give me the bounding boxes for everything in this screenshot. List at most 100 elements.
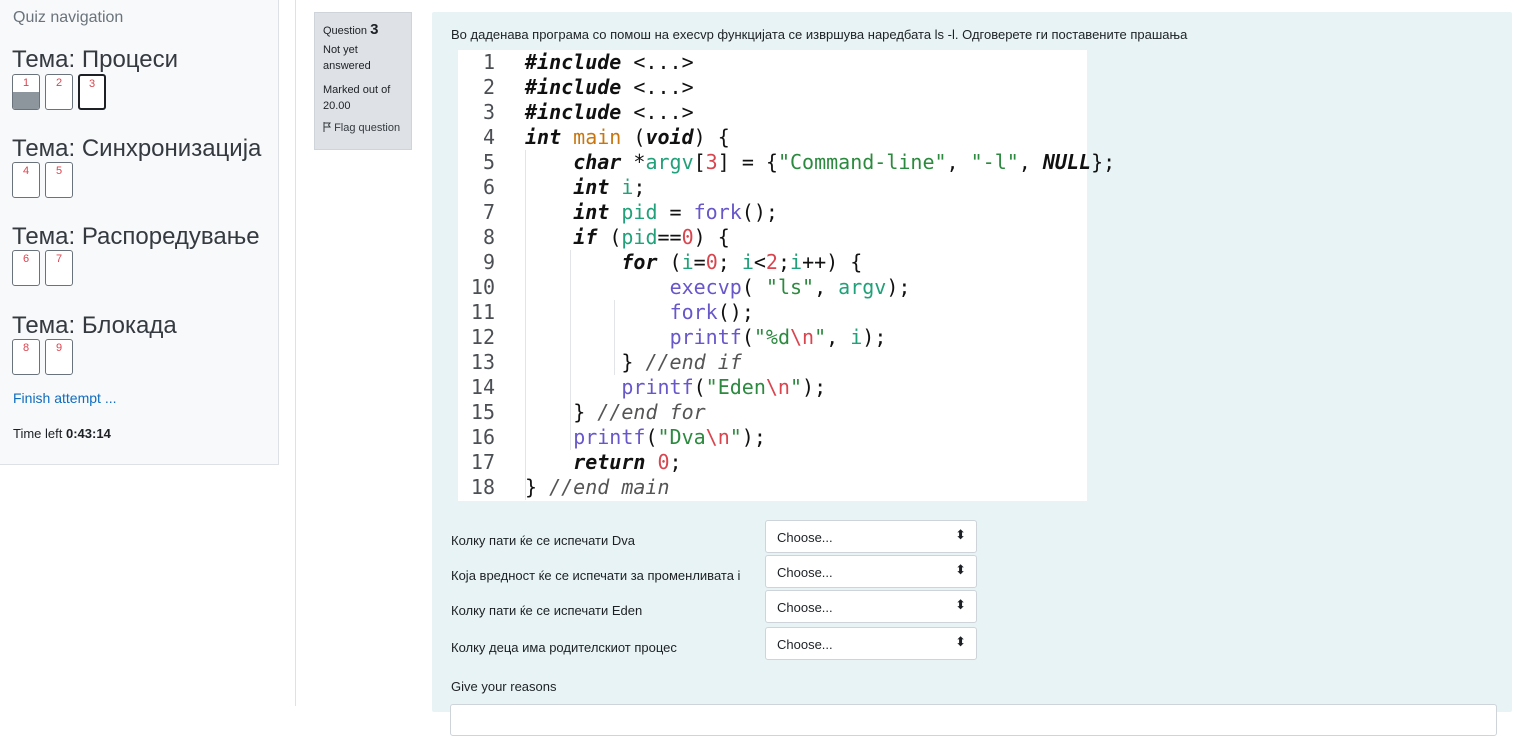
- code-image: 1 #include <...> 2 #include <...> 3 #include …: [458, 50, 1115, 501]
- quiz-nav-button-7[interactable]: 7: [45, 250, 73, 286]
- flag-question-label: Flag question: [334, 122, 401, 134]
- quiz-nav-button-8[interactable]: 8: [12, 339, 40, 375]
- code-text: #include <...>: [525, 50, 694, 74]
- subquestion-label: Колку деца има родителскиот процес: [451, 640, 677, 655]
- code-text: char *argv[3] = {"Command-line", "-l", N…: [573, 150, 1116, 174]
- code-text: execvp( "ls", argv);: [669, 275, 911, 299]
- question-label: Question: [323, 25, 368, 37]
- line-number: 8: [482, 225, 495, 249]
- section-title-synchronization: Тема: Синхронизација: [12, 135, 262, 162]
- code-text: return 0;: [573, 450, 682, 474]
- select-value: Choose...: [777, 637, 833, 652]
- line-number: 16: [470, 425, 495, 449]
- quiz-nav-button-6[interactable]: 6: [12, 250, 40, 286]
- quiz-nav-button-1[interactable]: 1: [12, 74, 40, 110]
- quiz-nav-button-4[interactable]: 4: [12, 162, 40, 198]
- line-number: 5: [482, 150, 495, 174]
- time-left-value: 0:43:14: [65, 426, 111, 441]
- time-left: Time left 0:43:14: [13, 426, 111, 441]
- indent-guide: [570, 250, 571, 450]
- line-number: 14: [470, 375, 495, 399]
- answer-select-3[interactable]: Choose... ⬍: [765, 590, 977, 623]
- question-state: Not yet answered: [323, 44, 371, 72]
- reasons-label: Give your reasons: [451, 679, 557, 694]
- code-text: } //end main: [525, 475, 670, 499]
- quiz-nav-button-3[interactable]: 3: [78, 74, 106, 110]
- button-number: 8: [22, 342, 30, 354]
- select-value: Choose...: [777, 600, 833, 615]
- finish-attempt-link[interactable]: Finish attempt ...: [13, 390, 116, 406]
- question-content: Во даденава програма со помош на execvp …: [432, 12, 1512, 736]
- indent-guide: [614, 300, 615, 375]
- code-text: for (i=0; i<2;i++) {: [621, 250, 863, 274]
- code-text: if (pid==0) {: [573, 225, 730, 249]
- quiz-nav-button-5[interactable]: 5: [45, 162, 73, 198]
- button-number: 4: [22, 165, 30, 177]
- select-arrow-icon: ⬍: [955, 634, 966, 649]
- question-buttons-processes: 1 2 3: [12, 74, 106, 110]
- section-title-scheduling: Тема: Распоредување: [12, 223, 260, 250]
- question-buttons-deadlock: 8 9: [12, 339, 73, 375]
- button-number: 6: [22, 253, 30, 265]
- section-title-processes: Тема: Процеси: [12, 46, 179, 73]
- button-number: 5: [55, 165, 63, 177]
- time-left-label: Time left: [13, 426, 63, 441]
- line-number: 4: [482, 125, 495, 149]
- line-number: 9: [482, 250, 495, 274]
- answered-indicator: [13, 92, 39, 109]
- select-arrow-icon: ⬍: [955, 527, 966, 542]
- button-number: 9: [55, 342, 63, 354]
- flag-icon: [323, 122, 331, 132]
- indent-guide: [525, 150, 526, 500]
- line-number: 17: [470, 450, 495, 474]
- subquestion-label: Која вредност ќе се испечати за променли…: [451, 568, 741, 583]
- line-number: 15: [470, 400, 495, 424]
- quiz-nav-button-9[interactable]: 9: [45, 339, 73, 375]
- code-text: int main (void) {: [525, 125, 730, 149]
- question-info: Question 3 Not yet answered Marked out o…: [314, 12, 412, 150]
- button-number: 3: [88, 78, 96, 90]
- quiz-navigation-title: Quiz navigation: [13, 9, 124, 26]
- line-number: 10: [470, 275, 495, 299]
- subquestion-label: Колку пати ќе се испечати Dva: [451, 533, 635, 548]
- line-number: 11: [470, 300, 495, 324]
- question-grade: Marked out of 20.00: [323, 84, 391, 112]
- answer-select-2[interactable]: Choose... ⬍: [765, 555, 977, 588]
- section-title-deadlock: Тема: Блокада: [12, 312, 177, 339]
- quiz-navigation-block: Quiz navigation Тема: Процеси 1 2 3 Тема…: [0, 0, 279, 465]
- select-value: Choose...: [777, 565, 833, 580]
- line-number: 18: [470, 475, 495, 499]
- select-arrow-icon: ⬍: [955, 597, 966, 612]
- line-number: 3: [482, 100, 495, 124]
- code-text: printf("Dva\n");: [573, 425, 766, 449]
- line-number: 13: [470, 350, 495, 374]
- code-text: int i;: [573, 175, 646, 199]
- answer-select-1[interactable]: Choose... ⬍: [765, 520, 977, 553]
- question-number: 3: [370, 21, 379, 38]
- code-text: } //end if: [621, 350, 742, 374]
- code-text: } //end for: [573, 400, 706, 424]
- question-buttons-synchronization: 4 5: [12, 162, 73, 198]
- button-number: 7: [55, 253, 63, 265]
- answer-select-4[interactable]: Choose... ⬍: [765, 627, 977, 660]
- line-number: 6: [482, 175, 495, 199]
- line-number: 7: [482, 200, 495, 224]
- quiz-nav-button-2[interactable]: 2: [45, 74, 73, 110]
- flag-question-button[interactable]: Flag question: [323, 122, 403, 134]
- subquestion-label: Колку пати ќе се испечати Eden: [451, 603, 643, 618]
- line-number: 12: [470, 325, 495, 349]
- button-number: 2: [55, 77, 63, 89]
- code-text: #include <...>: [525, 75, 694, 99]
- question-text: Во даденава програма со помош на execvp …: [451, 27, 1188, 42]
- reasons-textarea[interactable]: [450, 704, 1497, 736]
- select-arrow-icon: ⬍: [955, 562, 966, 577]
- code-text: #include <...>: [525, 100, 694, 124]
- line-number: 2: [482, 75, 495, 99]
- code-text: int pid = fork();: [573, 200, 778, 224]
- column-divider: [295, 0, 296, 706]
- line-number: 1: [482, 50, 495, 74]
- question-buttons-scheduling: 6 7: [12, 250, 73, 286]
- code-text: fork();: [669, 300, 754, 324]
- code-text: printf("%d\n", i);: [669, 325, 887, 349]
- button-number: 1: [22, 77, 30, 89]
